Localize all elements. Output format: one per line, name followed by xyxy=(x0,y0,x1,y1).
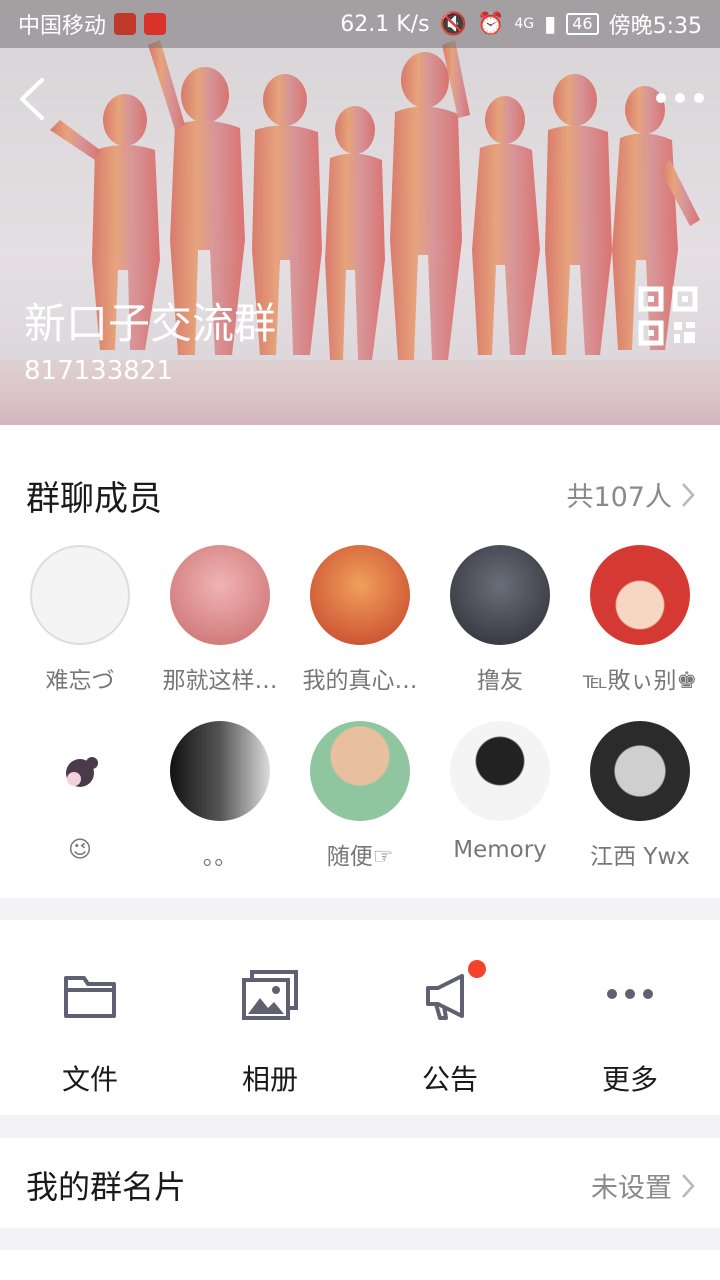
group-name: 新口子交流群 xyxy=(24,299,277,348)
avatar xyxy=(310,545,410,645)
member-name: 。。 xyxy=(202,844,238,870)
member-name: 难忘づ xyxy=(45,668,115,694)
member-item[interactable]: 撸友 xyxy=(430,545,570,695)
mute-icon: 🔇 xyxy=(439,11,467,37)
alarm-icon: ⏰ xyxy=(476,11,505,37)
status-bar: 中国移动 62.1 K/s 🔇 ⏰ 4G ▮ 46 傍晚5:35 xyxy=(0,0,720,48)
network-speed: 62.1 K/s xyxy=(340,11,430,37)
members-panel: 群聊成员 共107人 难忘づ 那就这样… 我的真心… 撸友 ℡敗ぃ别♚ 😉 。。… xyxy=(0,425,720,898)
panda-icon xyxy=(66,757,98,787)
member-item[interactable]: 那就这样… xyxy=(150,545,290,695)
member-name: 撸友 xyxy=(477,668,523,694)
app-notification-icon xyxy=(114,13,137,35)
more-button[interactable]: 更多 xyxy=(540,920,720,1115)
chevron-right-icon xyxy=(682,1173,695,1198)
folder-icon xyxy=(64,976,116,1018)
member-name: 😉 xyxy=(68,837,92,863)
member-item[interactable]: 。。 xyxy=(150,721,290,871)
member-name: 随便☞ xyxy=(326,844,394,870)
member-item[interactable]: 随便☞ xyxy=(290,721,430,871)
notification-badge xyxy=(468,960,486,978)
group-id: 817133821 xyxy=(24,356,173,386)
avatar xyxy=(170,545,270,645)
avatar xyxy=(30,545,130,645)
next-row-partial xyxy=(0,1250,720,1280)
member-name: 江西 Ywx xyxy=(590,844,690,870)
back-icon[interactable] xyxy=(14,74,54,124)
group-header: 中国移动 62.1 K/s 🔇 ⏰ 4G ▮ 46 傍晚5:35 新口子交流群 … xyxy=(0,0,720,425)
my-group-card-label: 我的群名片 xyxy=(26,1168,187,1206)
dot-icon xyxy=(694,93,704,103)
network-type: 4G xyxy=(514,16,535,32)
member-item[interactable]: ℡敗ぃ别♚ xyxy=(570,545,710,695)
my-group-card-row[interactable]: 我的群名片 未设置 xyxy=(0,1138,720,1228)
album-button[interactable]: 相册 xyxy=(180,920,360,1115)
more-options-button[interactable] xyxy=(656,84,704,112)
weibo-notification-icon xyxy=(144,13,167,35)
files-button[interactable]: 文件 xyxy=(0,920,180,1115)
avatar xyxy=(590,721,690,821)
member-name: 那就这样… xyxy=(162,668,278,694)
member-item[interactable]: 我的真心… xyxy=(290,545,430,695)
avatar xyxy=(310,721,410,821)
photo-album-icon xyxy=(242,970,298,1020)
album-label: 相册 xyxy=(241,1063,298,1096)
battery-indicator: 46 xyxy=(566,13,599,35)
time-label: 傍晚5:35 xyxy=(608,14,702,39)
member-item[interactable]: 江西 Ywx xyxy=(570,721,710,871)
notice-button[interactable]: 公告 xyxy=(360,920,540,1115)
member-item[interactable]: Memory xyxy=(430,721,570,863)
notice-label: 公告 xyxy=(421,1063,478,1096)
members-count-link[interactable]: 共107人 xyxy=(566,475,696,514)
member-item[interactable]: 难忘づ xyxy=(10,545,150,695)
member-name: ℡敗ぃ别♚ xyxy=(582,668,698,694)
carrier-label: 中国移动 xyxy=(18,14,107,39)
member-name: 我的真心… xyxy=(302,668,418,694)
members-count-label: 共107人 xyxy=(566,482,672,513)
avatar xyxy=(170,721,270,821)
signal-icon: ▮ xyxy=(544,11,557,37)
files-label: 文件 xyxy=(61,1063,118,1096)
group-actions-panel: 文件 相册 公告 更多 xyxy=(0,920,720,1115)
avatar xyxy=(450,721,550,821)
avatar xyxy=(450,545,550,645)
more-label: 更多 xyxy=(601,1063,658,1096)
member-name: Memory xyxy=(453,837,547,863)
members-section-title: 群聊成员 xyxy=(26,479,162,519)
avatar xyxy=(590,545,690,645)
my-group-card-value: 未设置 xyxy=(591,1173,672,1204)
member-item[interactable]: 😉 xyxy=(10,721,150,863)
qr-code-icon[interactable] xyxy=(638,286,698,346)
dot-icon xyxy=(656,93,666,103)
avatar xyxy=(30,721,130,821)
chevron-right-icon xyxy=(682,482,695,507)
dot-icon xyxy=(675,93,685,103)
more-dots-icon xyxy=(607,989,653,999)
my-group-card-value-wrap: 未设置 xyxy=(591,1166,696,1205)
